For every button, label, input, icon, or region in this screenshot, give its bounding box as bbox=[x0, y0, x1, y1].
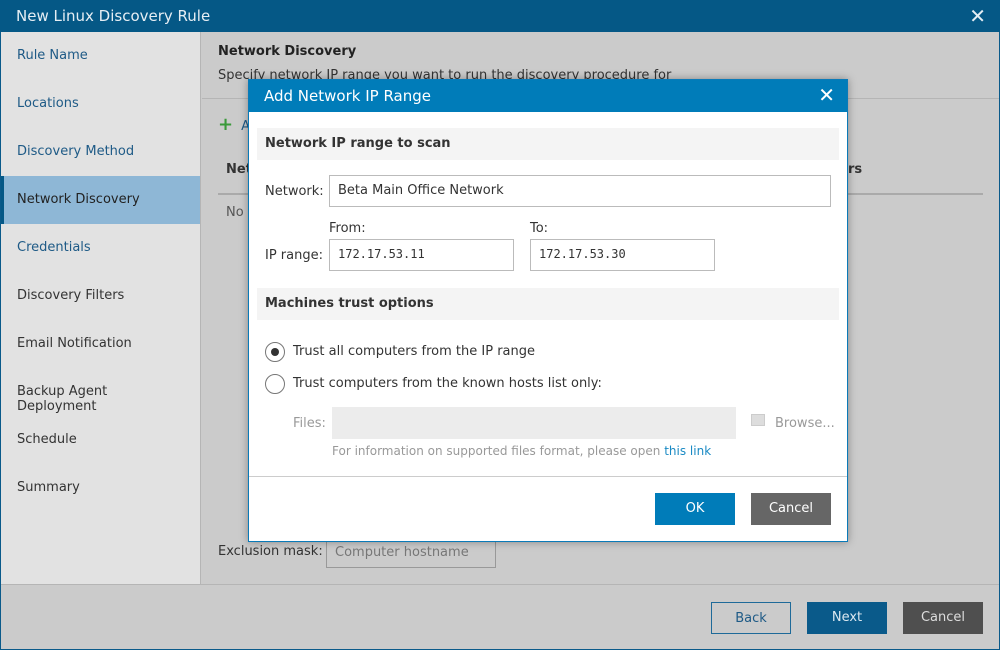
ip-to-input[interactable]: 172.17.53.30 bbox=[530, 239, 715, 271]
folder-icon bbox=[751, 414, 765, 426]
window-title-bar: New Linux Discovery Rule ✕ bbox=[0, 0, 1000, 32]
trust-all-radio[interactable] bbox=[265, 342, 285, 362]
page-title: Network Discovery bbox=[218, 44, 357, 59]
files-info-text: For information on supported files forma… bbox=[332, 444, 711, 458]
info-text: For information on supported files forma… bbox=[332, 444, 665, 458]
sidebar-item-backup-agent-deployment[interactable]: Backup Agent Deployment bbox=[1, 368, 200, 416]
window-title: New Linux Discovery Rule bbox=[16, 7, 211, 25]
empty-table-text: No bbox=[226, 205, 244, 220]
sidebar-item-rule-name[interactable]: Rule Name bbox=[1, 32, 200, 80]
exclusion-mask-label: Exclusion mask: bbox=[218, 544, 323, 559]
section-trust-options: Machines trust options bbox=[257, 288, 839, 320]
next-button[interactable]: Next bbox=[807, 602, 887, 634]
wizard-sidebar: Rule Name Locations Discovery Method Net… bbox=[1, 32, 201, 584]
trust-known-radio[interactable] bbox=[265, 374, 285, 394]
ok-button[interactable]: OK bbox=[655, 493, 735, 525]
add-button[interactable]: + A bbox=[218, 114, 250, 135]
wizard-footer: Back Next Cancel bbox=[1, 584, 999, 649]
files-input[interactable] bbox=[332, 407, 736, 439]
plus-icon: + bbox=[218, 114, 234, 135]
sidebar-item-discovery-filters[interactable]: Discovery Filters bbox=[1, 272, 200, 320]
trust-known-label[interactable]: Trust computers from the known hosts lis… bbox=[293, 376, 602, 391]
add-network-ip-range-dialog: Add Network IP Range ✕ Network IP range … bbox=[248, 79, 848, 542]
column-header-other[interactable]: rs bbox=[848, 162, 862, 177]
back-button[interactable]: Back bbox=[711, 602, 791, 634]
close-icon[interactable]: ✕ bbox=[969, 4, 986, 28]
dialog-header: Add Network IP Range ✕ bbox=[249, 80, 847, 112]
dialog-divider bbox=[249, 476, 847, 477]
browse-button[interactable]: Browse... bbox=[775, 416, 835, 431]
network-input[interactable]: Beta Main Office Network bbox=[329, 175, 831, 207]
sidebar-item-network-discovery[interactable]: Network Discovery bbox=[1, 176, 200, 224]
files-label: Files: bbox=[293, 416, 326, 431]
from-label: From: bbox=[329, 221, 366, 236]
dialog-cancel-button[interactable]: Cancel bbox=[751, 493, 831, 525]
to-label: To: bbox=[530, 221, 549, 236]
ip-range-label: IP range: bbox=[265, 248, 323, 263]
sidebar-item-schedule[interactable]: Schedule bbox=[1, 416, 200, 464]
section-ip-range: Network IP range to scan bbox=[257, 128, 839, 160]
cancel-button[interactable]: Cancel bbox=[903, 602, 983, 634]
dialog-close-icon[interactable]: ✕ bbox=[818, 83, 835, 107]
sidebar-item-email-notification[interactable]: Email Notification bbox=[1, 320, 200, 368]
network-label: Network: bbox=[265, 184, 324, 199]
ip-from-input[interactable]: 172.17.53.11 bbox=[329, 239, 514, 271]
sidebar-item-credentials[interactable]: Credentials bbox=[1, 224, 200, 272]
trust-all-label[interactable]: Trust all computers from the IP range bbox=[293, 344, 535, 359]
info-link[interactable]: this link bbox=[664, 444, 711, 458]
sidebar-item-summary[interactable]: Summary bbox=[1, 464, 200, 512]
exclusion-mask-input[interactable]: Computer hostname bbox=[326, 538, 496, 568]
sidebar-item-locations[interactable]: Locations bbox=[1, 80, 200, 128]
sidebar-item-discovery-method[interactable]: Discovery Method bbox=[1, 128, 200, 176]
dialog-title: Add Network IP Range bbox=[264, 87, 431, 105]
